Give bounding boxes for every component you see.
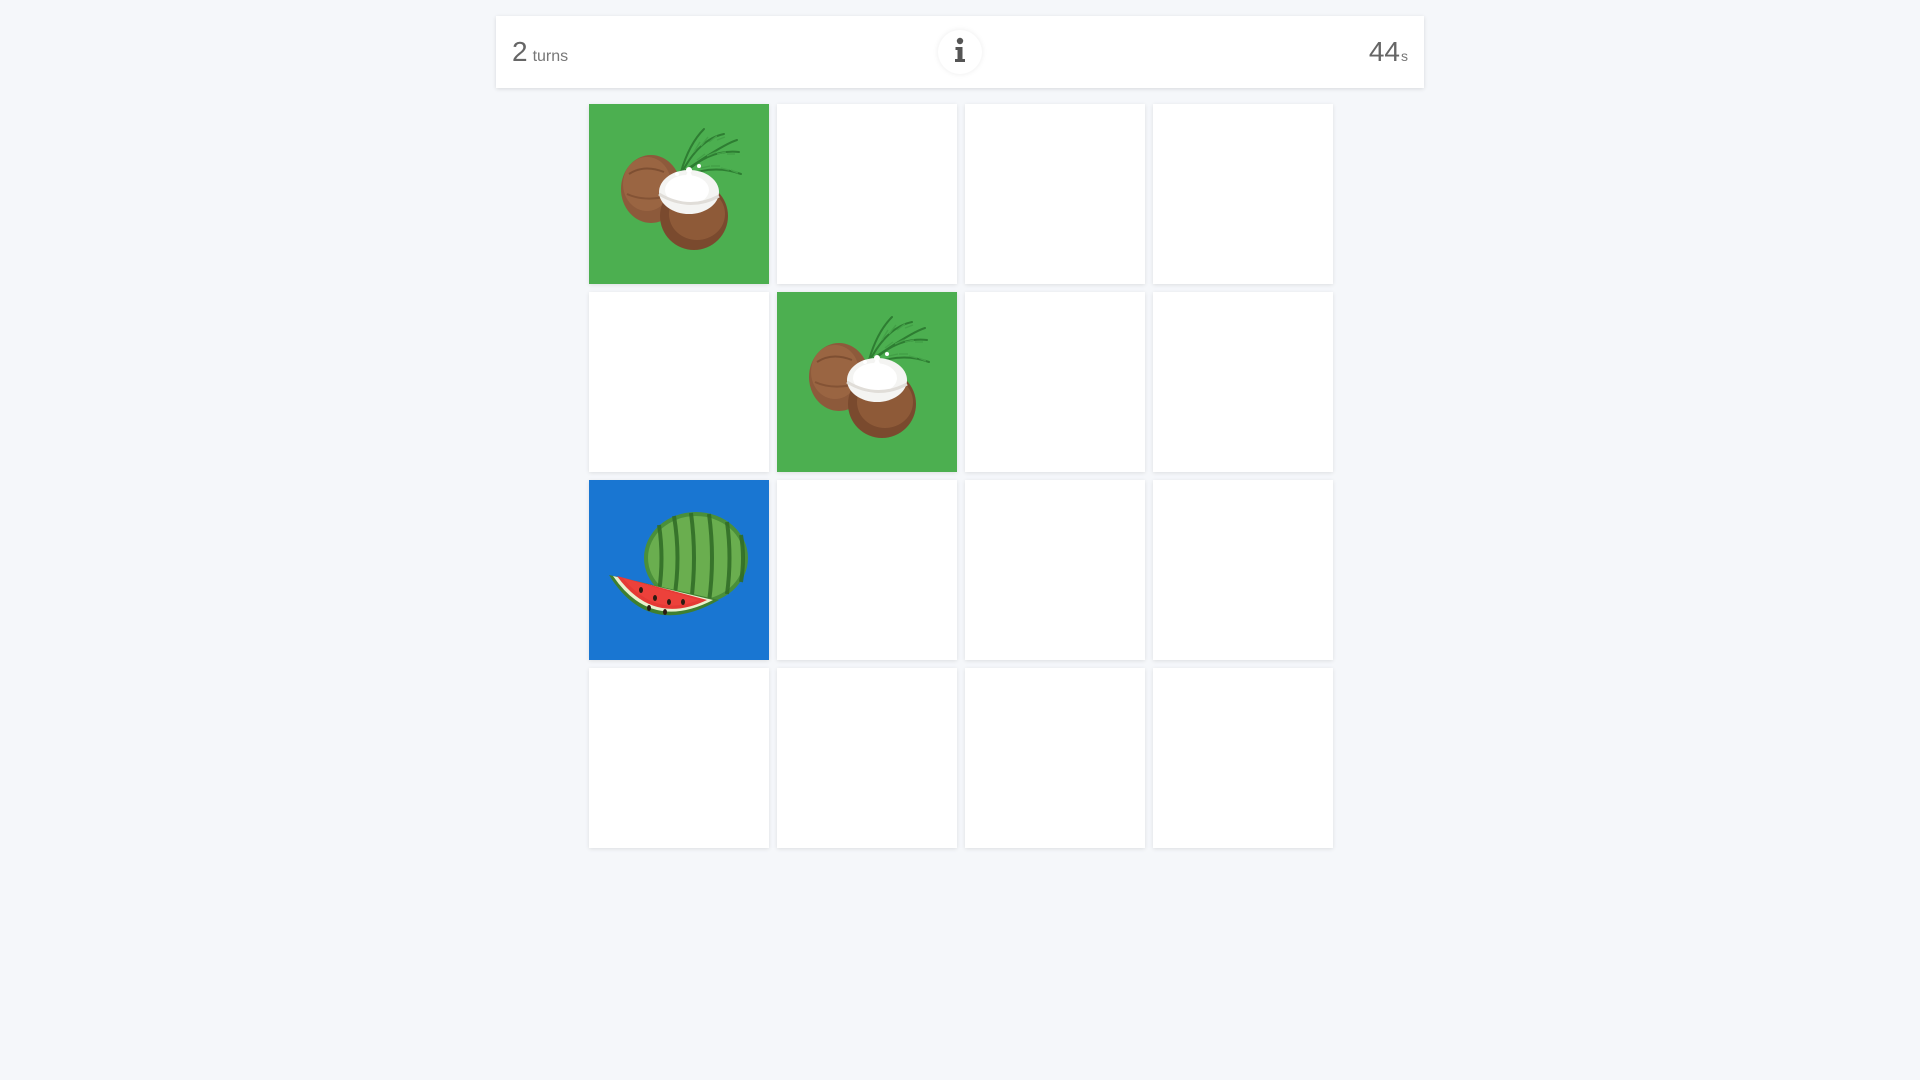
card-hidden[interactable] — [777, 668, 957, 848]
card-hidden[interactable] — [1153, 292, 1333, 472]
card-hidden[interactable] — [777, 480, 957, 660]
turns-counter: 2 turns — [512, 36, 568, 68]
timer-value: 44 — [1368, 36, 1400, 67]
card-hidden[interactable] — [965, 292, 1145, 472]
card-revealed-coconut[interactable] — [777, 292, 957, 472]
card-hidden[interactable] — [965, 104, 1145, 284]
timer: 44 s — [1369, 36, 1408, 68]
card-grid — [589, 104, 1333, 848]
info-icon — [953, 37, 967, 68]
card-hidden[interactable] — [1153, 668, 1333, 848]
card-revealed-coconut[interactable] — [589, 104, 769, 284]
card-revealed-watermelon[interactable] — [589, 480, 769, 660]
turns-unit: turns — [532, 48, 569, 65]
watermelon-image — [609, 512, 748, 616]
turns-value: 2 — [512, 36, 528, 67]
card-hidden[interactable] — [965, 668, 1145, 848]
coconut-image — [621, 128, 742, 250]
card-hidden[interactable] — [589, 292, 769, 472]
timer-unit: s — [1401, 48, 1408, 64]
card-hidden[interactable] — [777, 104, 957, 284]
card-hidden[interactable] — [1153, 104, 1333, 284]
coconut-image — [809, 316, 930, 438]
info-button[interactable] — [938, 30, 982, 74]
card-hidden[interactable] — [1153, 480, 1333, 660]
card-hidden[interactable] — [965, 480, 1145, 660]
card-hidden[interactable] — [589, 668, 769, 848]
game-header: 2 turns 44 s — [496, 16, 1424, 88]
